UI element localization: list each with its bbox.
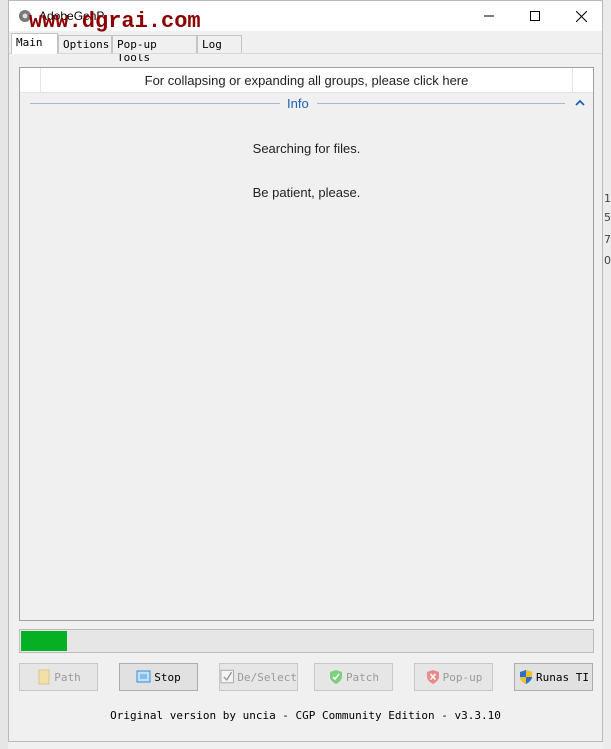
uac-shield-icon — [520, 670, 532, 684]
stop-icon — [136, 670, 151, 683]
minimize-icon — [484, 15, 494, 17]
button-label: Pop-up — [442, 670, 483, 684]
collapse-hint: For collapsing or expanding all groups, … — [144, 73, 469, 88]
group-line — [30, 103, 280, 104]
info-group-header[interactable]: Info — [30, 95, 586, 113]
patch-button[interactable]: Patch — [314, 663, 393, 691]
background-text: 5 — [604, 211, 611, 224]
maximize-icon — [530, 11, 540, 21]
title-bar[interactable]: AdobeGenP www.dgrai.com — [9, 1, 604, 34]
progress-fill — [21, 631, 67, 651]
popup-button[interactable]: Pop-up — [414, 663, 493, 691]
tab-bar: Main Options Pop-up Tools Log — [9, 33, 602, 64]
background-text: 0 — [604, 254, 611, 267]
minimize-button[interactable] — [466, 1, 512, 31]
main-panel: For collapsing or expanding all groups, … — [19, 67, 594, 621]
background-window-left — [0, 0, 8, 749]
tab-options[interactable]: Options — [58, 35, 112, 53]
tab-log[interactable]: Log — [197, 35, 242, 53]
button-label: Stop — [154, 670, 181, 684]
maximize-button[interactable] — [512, 1, 558, 31]
close-icon — [575, 10, 587, 22]
folder-icon — [38, 669, 50, 685]
background-text: 7 — [604, 233, 611, 246]
app-window: AdobeGenP www.dgrai.com Main Options Pop… — [8, 0, 603, 742]
background-window-right — [603, 0, 611, 749]
shield-x-icon — [426, 670, 439, 684]
runas-ti-button[interactable]: Runas TI — [514, 663, 593, 691]
deselect-button[interactable]: De/Select — [219, 663, 298, 691]
checkbox-icon — [220, 669, 234, 684]
watermark-text: www.dgrai.com — [29, 9, 201, 34]
button-label: Patch — [345, 670, 380, 684]
background-text: 1 — [604, 192, 611, 205]
status-message: Searching for files. — [252, 141, 361, 156]
close-button[interactable] — [558, 1, 604, 31]
path-button[interactable]: Path — [19, 663, 98, 691]
version-footer: Original version by uncia - CGP Communit… — [110, 709, 501, 722]
tab-popup-tools[interactable]: Pop-up Tools — [112, 35, 197, 64]
button-label: Runas TI — [536, 670, 589, 684]
tab-main[interactable]: Main — [11, 33, 58, 54]
button-label: De/Select — [237, 670, 297, 684]
status-message: Be patient, please. — [252, 185, 361, 200]
progress-bar — [19, 629, 594, 653]
stop-button[interactable]: Stop — [119, 663, 198, 691]
group-title: Info — [287, 96, 309, 111]
button-label: Path — [54, 670, 81, 684]
collapse-all-bar[interactable]: For collapsing or expanding all groups, … — [20, 68, 593, 93]
chevron-up-icon[interactable] — [574, 97, 586, 109]
tab-divider — [9, 53, 602, 54]
group-line — [317, 103, 565, 104]
shield-check-icon — [329, 670, 342, 684]
